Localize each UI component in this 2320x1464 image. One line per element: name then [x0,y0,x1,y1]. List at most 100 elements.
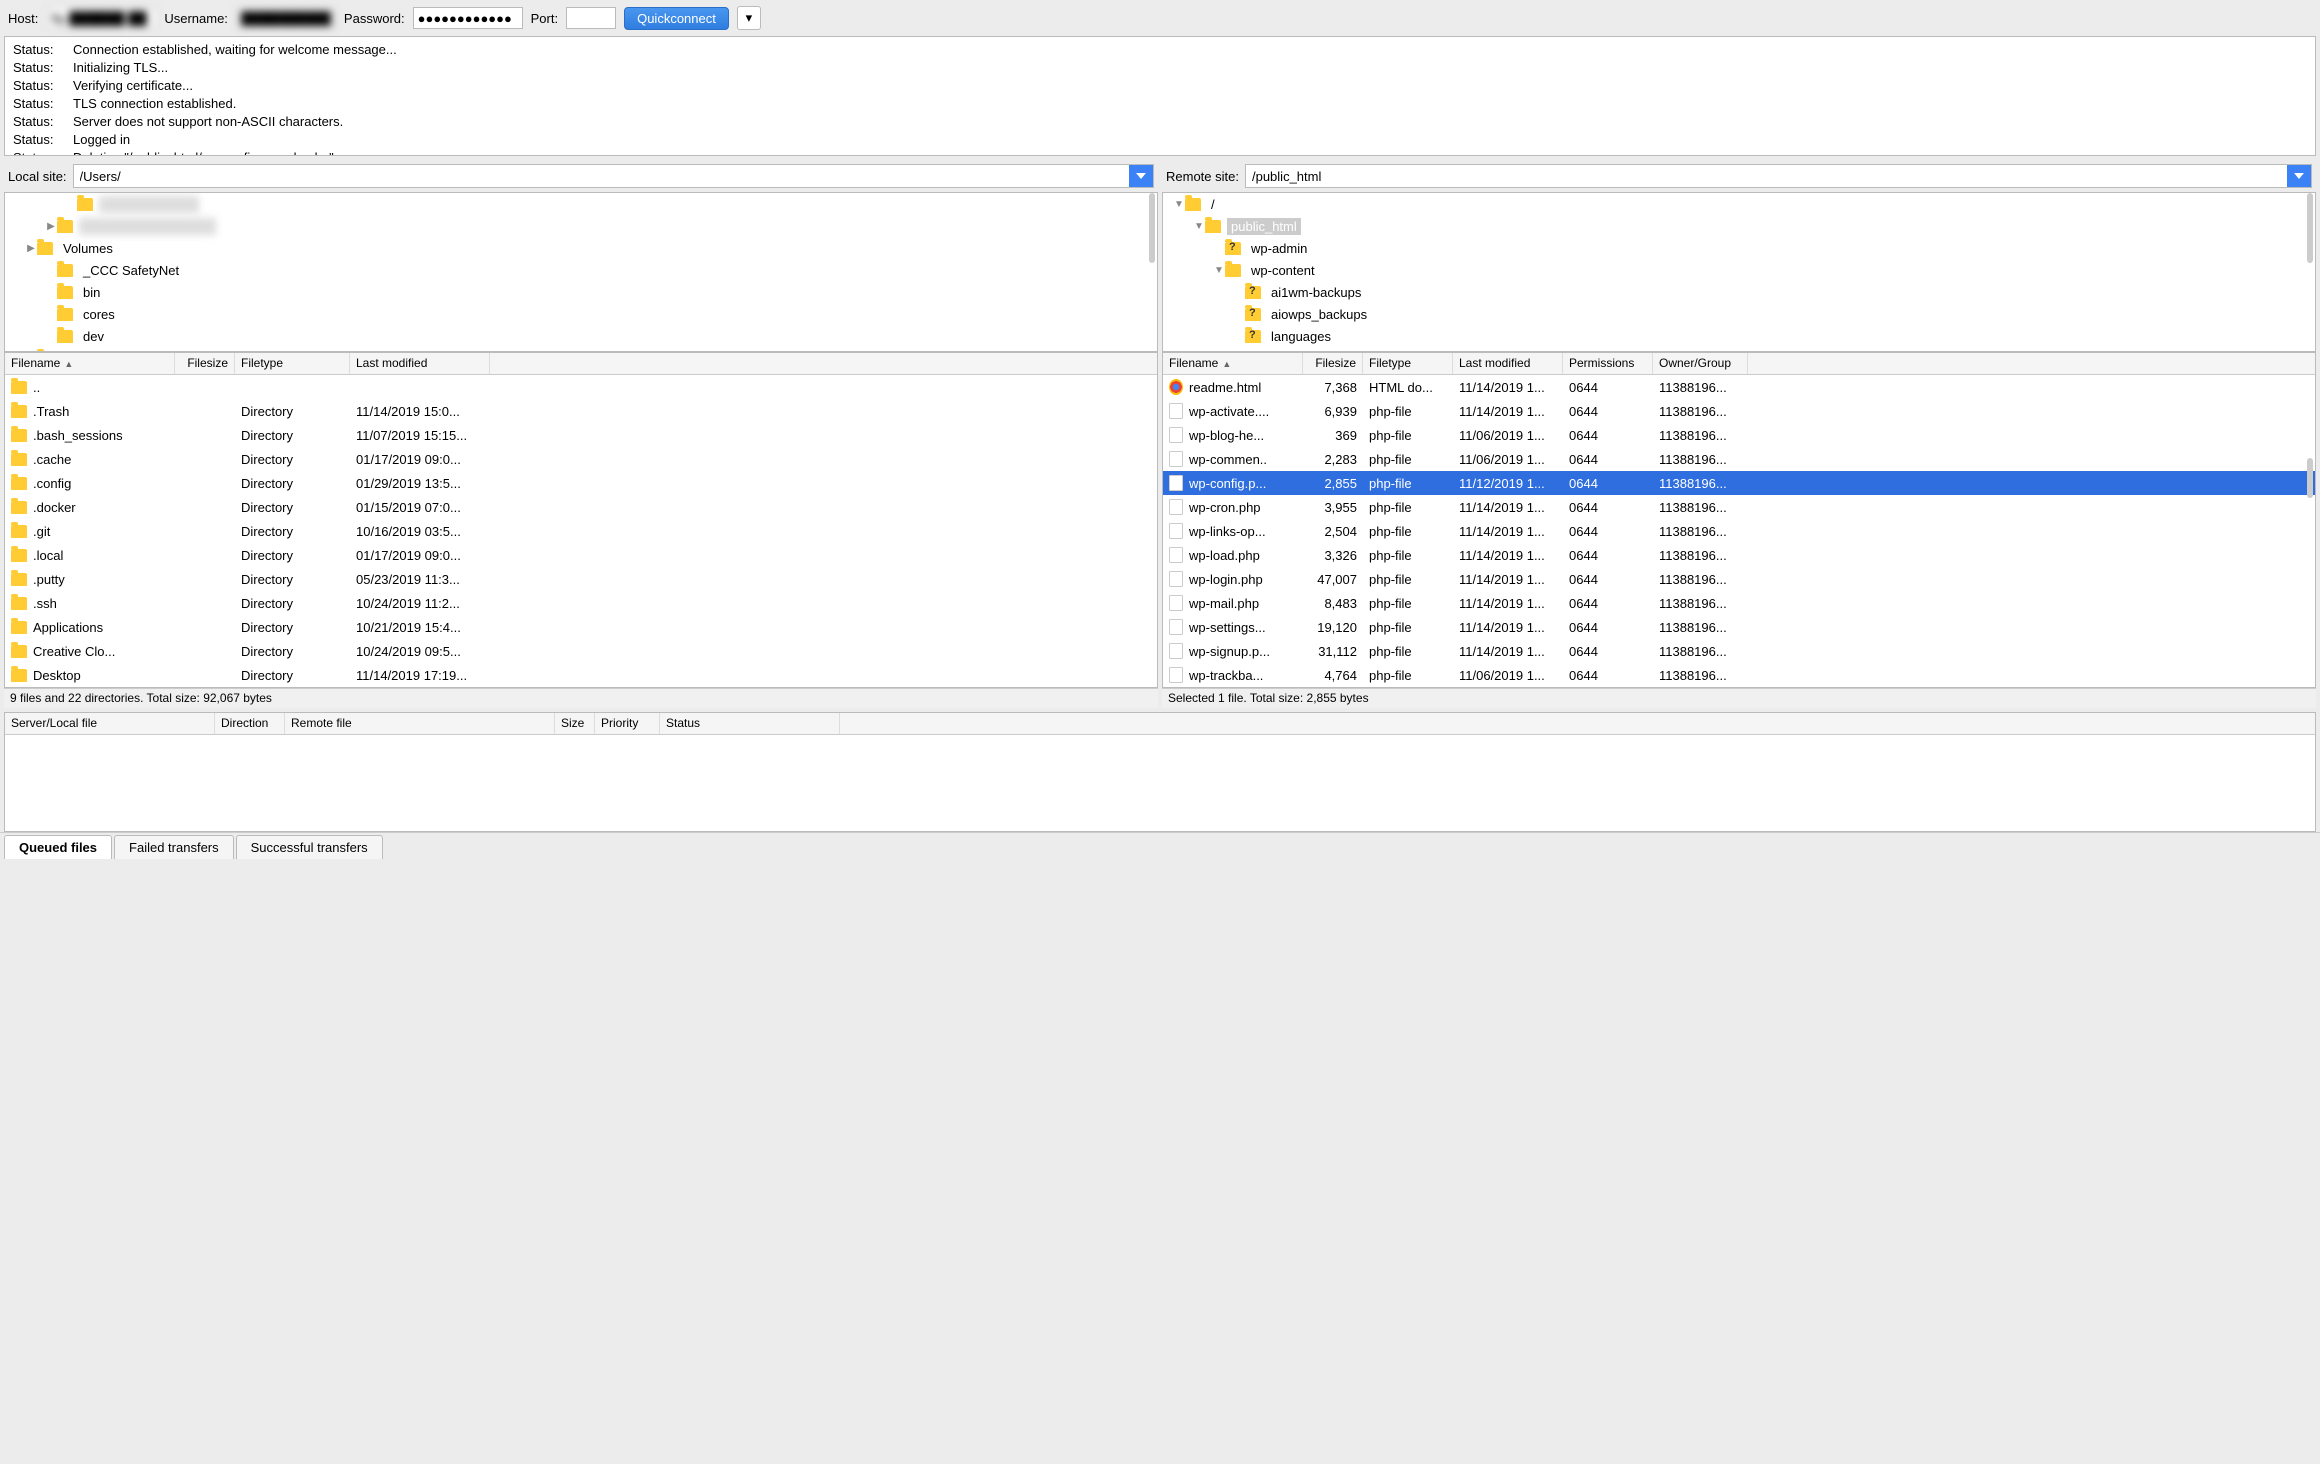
local-list-header[interactable]: Filename▲ Filesize Filetype Last modifie… [5,353,1157,375]
tree-item[interactable]: languages [1163,325,2315,347]
tree-item[interactable]: ▶Volumes [5,237,1157,259]
remote-path-combo[interactable] [1245,164,2312,188]
remote-path-dropdown[interactable] [2287,165,2311,187]
port-input[interactable] [566,7,616,29]
filetype: php-file [1363,498,1453,517]
local-path-input[interactable] [74,165,1129,187]
disclosure-icon[interactable]: ▼ [1213,265,1225,276]
local-path-dropdown[interactable] [1129,165,1153,187]
list-row[interactable]: wp-links-op...2,504php-file11/14/2019 1.… [1163,519,2315,543]
column-remote-file[interactable]: Remote file [285,713,555,734]
list-row[interactable]: .TrashDirectory11/14/2019 15:0... [5,399,1157,423]
list-row[interactable]: DesktopDirectory11/14/2019 17:19... [5,663,1157,687]
scrollbar-thumb[interactable] [1149,193,1155,263]
username-input[interactable] [236,7,336,29]
filesize: 31,112 [1303,642,1363,661]
permissions: 0644 [1563,666,1653,685]
column-priority[interactable]: Priority [595,713,660,734]
list-row[interactable]: .. [5,375,1157,399]
password-input[interactable] [413,7,523,29]
tree-item[interactable]: aiowps_backups [1163,303,2315,325]
list-row[interactable]: wp-activate....6,939php-file11/14/2019 1… [1163,399,2315,423]
list-row[interactable]: wp-mail.php8,483php-file11/14/2019 1...0… [1163,591,2315,615]
chevron-down-icon: ▾ [746,10,753,26]
remote-list-header[interactable]: Filename▲ Filesize Filetype Last modifie… [1163,353,2315,375]
list-row[interactable]: readme.html7,368HTML do...11/14/2019 1..… [1163,375,2315,399]
tree-item[interactable]: ▶██████████████ [5,215,1157,237]
permissions: 0644 [1563,618,1653,637]
quickconnect-dropdown[interactable]: ▾ [737,6,761,30]
column-filename[interactable]: Filename▲ [1163,353,1303,374]
folder-icon [57,286,73,299]
column-filename[interactable]: Filename▲ [5,353,175,374]
column-filesize[interactable]: Filesize [1303,353,1363,374]
queue-header[interactable]: Server/Local file Direction Remote file … [5,713,2315,735]
disclosure-icon[interactable]: ▶ [45,221,57,232]
list-row[interactable]: .configDirectory01/29/2019 13:5... [5,471,1157,495]
tree-item[interactable]: bin [5,281,1157,303]
disclosure-icon[interactable]: ▼ [1173,199,1185,210]
filetype: Directory [235,474,350,493]
list-row[interactable]: wp-commen..2,283php-file11/06/2019 1...0… [1163,447,2315,471]
list-row[interactable]: .localDirectory01/17/2019 09:0... [5,543,1157,567]
list-row[interactable]: wp-trackba...4,764php-file11/06/2019 1..… [1163,663,2315,687]
column-size[interactable]: Size [555,713,595,734]
list-row[interactable]: .puttyDirectory05/23/2019 11:3... [5,567,1157,591]
tree-item[interactable]: cores [5,303,1157,325]
tab-successful-transfers[interactable]: Successful transfers [236,835,383,859]
column-direction[interactable]: Direction [215,713,285,734]
tree-item[interactable]: ▼/ [1163,193,2315,215]
modified: 11/06/2019 1... [1453,426,1563,445]
tree-item[interactable]: ██████████ [5,193,1157,215]
list-row[interactable]: wp-blog-he...369php-file11/06/2019 1...0… [1163,423,2315,447]
list-row[interactable]: wp-cron.php3,955php-file11/14/2019 1...0… [1163,495,2315,519]
column-filetype[interactable]: Filetype [1363,353,1453,374]
column-modified[interactable]: Last modified [350,353,490,374]
list-row[interactable]: .bash_sessionsDirectory11/07/2019 15:15.… [5,423,1157,447]
column-filetype[interactable]: Filetype [235,353,350,374]
column-modified[interactable]: Last modified [1453,353,1563,374]
remote-file-list[interactable]: Filename▲ Filesize Filetype Last modifie… [1162,352,2316,688]
remote-tree[interactable]: ▼/▼public_htmlwp-admin▼wp-contentai1wm-b… [1162,192,2316,352]
list-row[interactable]: wp-load.php3,326php-file11/14/2019 1...0… [1163,543,2315,567]
tab-queued-files[interactable]: Queued files [4,835,112,859]
tree-item[interactable]: ▼public_html [1163,215,2315,237]
column-filesize[interactable]: Filesize [175,353,235,374]
host-input[interactable] [46,7,156,29]
tree-item[interactable]: wp-admin [1163,237,2315,259]
list-row[interactable]: Creative Clo...Directory10/24/2019 09:5.… [5,639,1157,663]
quickconnect-button[interactable]: Quickconnect [624,7,729,30]
scrollbar-thumb[interactable] [2307,458,2313,498]
list-row[interactable]: .sshDirectory10/24/2019 11:2... [5,591,1157,615]
permissions: 0644 [1563,450,1653,469]
owner: 11388196... [1653,402,1748,421]
tab-failed-transfers[interactable]: Failed transfers [114,835,234,859]
list-row[interactable]: wp-login.php47,007php-file11/14/2019 1..… [1163,567,2315,591]
tree-label: ██████████ [99,196,199,213]
scrollbar-thumb[interactable] [2307,193,2313,263]
list-row[interactable]: ApplicationsDirectory10/21/2019 15:4... [5,615,1157,639]
transfer-queue[interactable]: Server/Local file Direction Remote file … [4,712,2316,832]
list-row[interactable]: .gitDirectory10/16/2019 03:5... [5,519,1157,543]
remote-path-input[interactable] [1246,165,2287,187]
list-row[interactable]: wp-settings...19,120php-file11/14/2019 1… [1163,615,2315,639]
column-server-file[interactable]: Server/Local file [5,713,215,734]
list-row[interactable]: .dockerDirectory01/15/2019 07:0... [5,495,1157,519]
local-file-list[interactable]: Filename▲ Filesize Filetype Last modifie… [4,352,1158,688]
tree-item[interactable]: ai1wm-backups [1163,281,2315,303]
list-row[interactable]: .cacheDirectory01/17/2019 09:0... [5,447,1157,471]
column-status[interactable]: Status [660,713,840,734]
tree-item[interactable]: _CCC SafetyNet [5,259,1157,281]
disclosure-icon[interactable]: ▼ [1193,221,1205,232]
disclosure-icon[interactable]: ▶ [25,243,37,254]
column-owner[interactable]: Owner/Group [1653,353,1748,374]
local-tree[interactable]: ██████████ ▶██████████████▶Volumes_CCC Sa… [4,192,1158,352]
tree-item[interactable]: ▼wp-content [1163,259,2315,281]
column-permissions[interactable]: Permissions [1563,353,1653,374]
list-row[interactable]: wp-signup.p...31,112php-file11/14/2019 1… [1163,639,2315,663]
owner: 11388196... [1653,570,1748,589]
tree-item[interactable]: dev [5,325,1157,347]
message-log[interactable]: Status:Connection established, waiting f… [4,36,2316,156]
list-row[interactable]: wp-config.p...2,855php-file11/12/2019 1.… [1163,471,2315,495]
local-path-combo[interactable] [73,164,1154,188]
